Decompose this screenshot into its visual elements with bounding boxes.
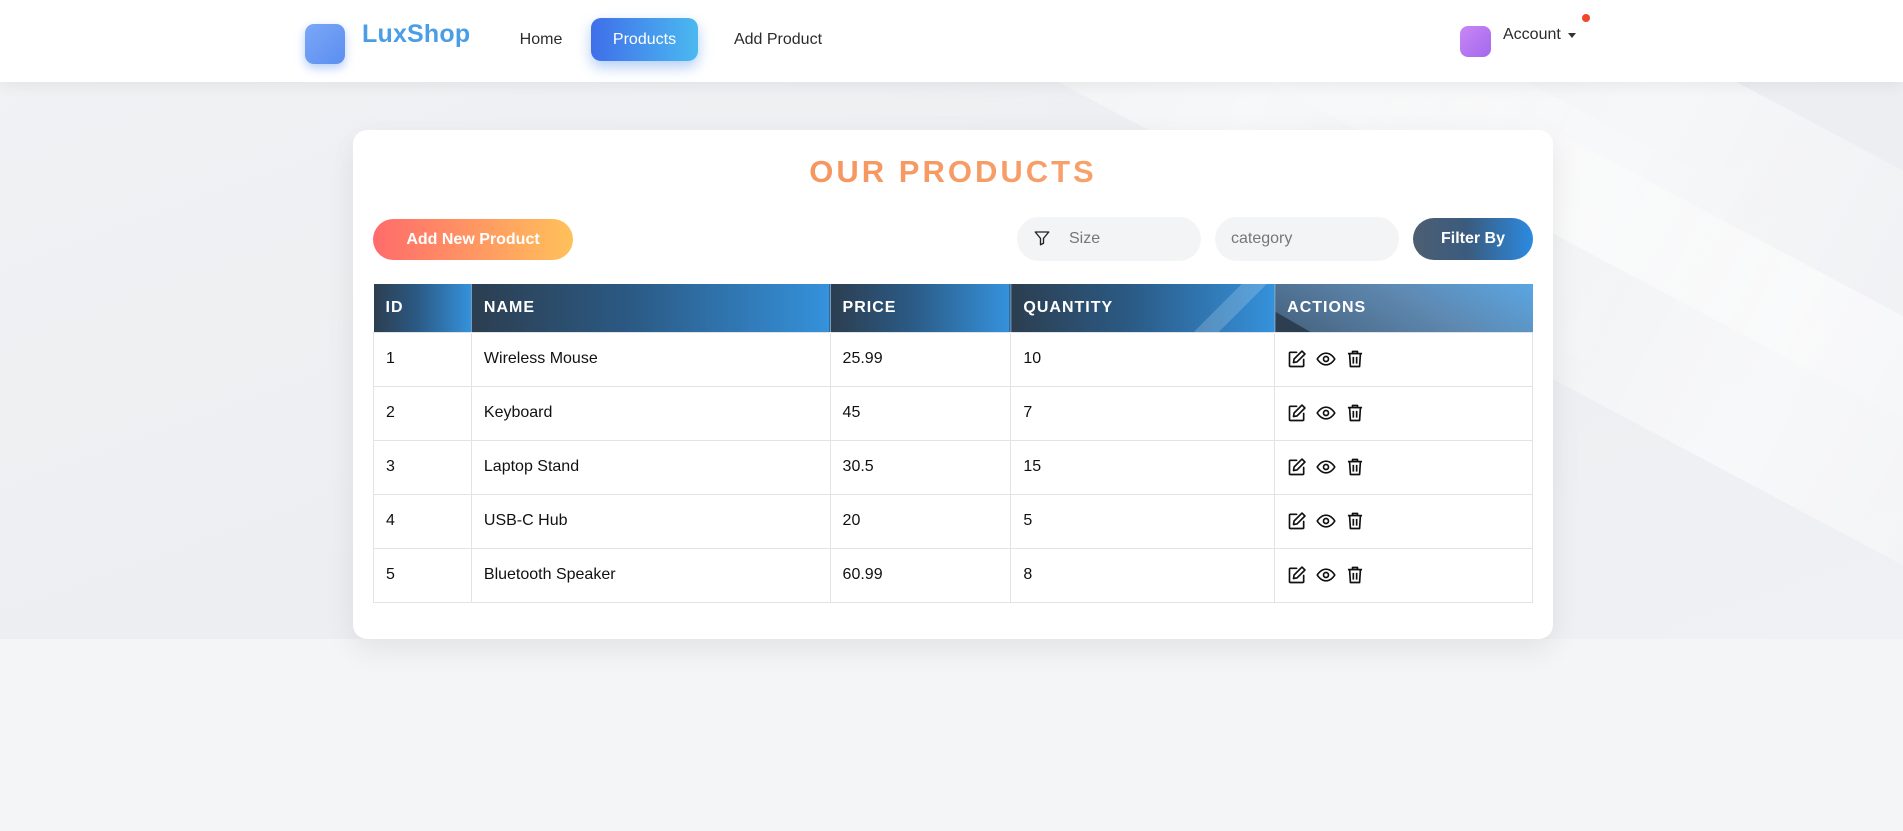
page-title: OUR PRODUCTS [353, 154, 1553, 190]
view-icon[interactable] [1316, 403, 1336, 423]
cell-price: 20 [829, 493, 1012, 549]
filter-icon [1034, 231, 1050, 246]
cell-price: 25.99 [829, 331, 1012, 387]
cell-quantity: 8 [1010, 547, 1276, 603]
edit-icon[interactable] [1287, 457, 1307, 477]
edit-icon[interactable] [1287, 511, 1307, 531]
cell-name: Wireless Mouse [470, 331, 831, 387]
filter-by-button[interactable]: Filter By [1413, 218, 1533, 260]
table-header-row: ID NAME PRICE QUANTITY ACTIONS [373, 284, 1533, 332]
table-row: 2 Keyboard 45 7 [373, 385, 1533, 441]
view-icon[interactable] [1316, 349, 1336, 369]
cell-quantity: 10 [1010, 331, 1276, 387]
page-footer-area [0, 639, 1903, 831]
cell-name: Keyboard [470, 385, 831, 441]
delete-icon[interactable] [1345, 511, 1365, 531]
category-filter-field[interactable] [1215, 217, 1399, 261]
cell-price: 30.5 [829, 439, 1012, 495]
edit-icon[interactable] [1287, 403, 1307, 423]
view-icon[interactable] [1316, 565, 1336, 585]
top-navbar: LuxShop Home Products Add Product Accoun… [0, 0, 1903, 82]
view-icon[interactable] [1316, 511, 1336, 531]
cell-actions [1274, 331, 1533, 387]
size-filter-field[interactable] [1017, 217, 1201, 261]
cell-id: 2 [373, 385, 472, 441]
table-row: 3 Laptop Stand 30.5 15 [373, 439, 1533, 495]
nav-add-product-link[interactable]: Add Product [726, 18, 830, 61]
brand-name[interactable]: LuxShop [362, 20, 470, 49]
brand-logo[interactable] [305, 24, 345, 64]
column-header-price[interactable]: PRICE [830, 284, 1012, 332]
column-header-name[interactable]: NAME [471, 284, 831, 332]
cell-quantity: 7 [1010, 385, 1276, 441]
delete-icon[interactable] [1345, 349, 1365, 369]
nav-home-link[interactable]: Home [512, 18, 570, 61]
cell-name: Bluetooth Speaker [470, 547, 831, 603]
edit-icon[interactable] [1287, 349, 1307, 369]
account-label: Account [1503, 26, 1561, 43]
column-header-quantity[interactable]: QUANTITY [1010, 284, 1276, 332]
cell-id: 4 [373, 493, 472, 549]
view-icon[interactable] [1316, 457, 1336, 477]
column-header-id[interactable]: ID [373, 284, 472, 332]
delete-icon[interactable] [1345, 457, 1365, 477]
cell-name: USB-C Hub [470, 493, 831, 549]
cell-quantity: 5 [1010, 493, 1276, 549]
cell-price: 60.99 [829, 547, 1012, 603]
column-header-actions: ACTIONS [1274, 284, 1533, 332]
account-dropdown[interactable]: Account [1503, 26, 1576, 44]
cell-id: 1 [373, 331, 472, 387]
delete-icon[interactable] [1345, 403, 1365, 423]
add-new-product-button[interactable]: Add New Product [373, 219, 573, 260]
category-input[interactable] [1215, 217, 1399, 261]
table-row: 4 USB-C Hub 20 5 [373, 493, 1533, 549]
avatar[interactable] [1460, 26, 1491, 57]
notification-dot [1582, 14, 1590, 22]
cell-id: 5 [373, 547, 472, 603]
cell-actions [1274, 493, 1533, 549]
caret-down-icon [1567, 32, 1576, 38]
cell-price: 45 [829, 385, 1012, 441]
table-row: 5 Bluetooth Speaker 60.99 8 [373, 547, 1533, 603]
cell-actions [1274, 547, 1533, 603]
edit-icon[interactable] [1287, 565, 1307, 585]
products-table: ID NAME PRICE QUANTITY ACTIONS 1 Wireles… [373, 284, 1533, 603]
cell-quantity: 15 [1010, 439, 1276, 495]
cell-actions [1274, 385, 1533, 441]
products-card: OUR PRODUCTS Add New Product Filter By I… [353, 130, 1553, 639]
table-row: 1 Wireless Mouse 25.99 10 [373, 331, 1533, 387]
cell-id: 3 [373, 439, 472, 495]
delete-icon[interactable] [1345, 565, 1365, 585]
cell-actions [1274, 439, 1533, 495]
nav-products-link[interactable]: Products [591, 18, 698, 61]
cell-name: Laptop Stand [470, 439, 831, 495]
